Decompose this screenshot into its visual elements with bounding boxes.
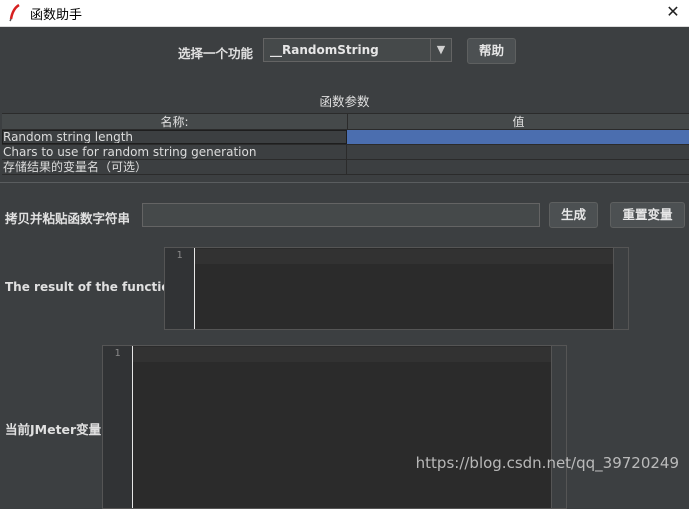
params-table: 名称: 值 Random string length Chars to use … <box>2 113 689 179</box>
param-name-cell: Chars to use for random string generatio… <box>2 145 347 159</box>
line-number: 1 <box>114 348 121 359</box>
line-number: 1 <box>176 250 183 261</box>
table-row[interactable]: Chars to use for random string generatio… <box>2 145 689 160</box>
chevron-down-icon[interactable]: ▼ <box>430 39 451 61</box>
function-select-value: __RandomString <box>270 43 379 57</box>
window-title: 函数助手 <box>30 8 83 23</box>
divider <box>0 182 689 183</box>
param-name-cell: Random string length <box>2 130 347 144</box>
column-header-value[interactable]: 值 <box>348 114 689 130</box>
vertical-scrollbar[interactable] <box>551 346 566 508</box>
table-row[interactable]: Random string length <box>2 130 689 145</box>
reset-variables-button[interactable]: 重置变量 <box>610 202 685 228</box>
current-line-highlight <box>195 249 613 264</box>
help-button[interactable]: 帮助 <box>467 38 516 64</box>
result-editor[interactable]: 1 <box>164 247 629 330</box>
column-header-name[interactable]: 名称: <box>2 114 348 130</box>
function-select-label: 选择一个功能 <box>178 46 254 61</box>
param-value-cell[interactable] <box>347 130 689 144</box>
param-name-cell: 存储结果的变量名（可选） <box>2 160 347 174</box>
function-string-field[interactable] <box>142 203 540 227</box>
vertical-scrollbar[interactable] <box>613 248 628 329</box>
params-table-header: 名称: 值 <box>2 113 689 130</box>
close-icon: ✕ <box>666 2 680 21</box>
generate-button[interactable]: 生成 <box>549 202 598 228</box>
line-number-gutter: 1 <box>165 248 195 329</box>
param-value-cell[interactable] <box>347 160 689 174</box>
param-value-cell[interactable] <box>347 145 689 159</box>
jmeter-variables-label: 当前JMeter变量 <box>5 422 102 437</box>
title-bar: 函数助手 ✕ <box>0 0 689 27</box>
current-line-highlight <box>133 347 551 362</box>
function-select[interactable]: __RandomString ▼ <box>263 38 452 62</box>
table-row[interactable]: 存储结果的变量名（可选） <box>2 160 689 175</box>
watermark-text: https://blog.csdn.net/qq_39720249 <box>415 454 679 472</box>
close-button[interactable]: ✕ <box>657 0 689 26</box>
jmeter-variables-editor[interactable]: 1 <box>102 345 567 509</box>
feather-icon <box>9 4 20 22</box>
params-section-title: 函数参数 <box>319 94 370 109</box>
copy-paste-label: 拷贝并粘贴函数字符串 <box>5 211 131 226</box>
line-number-gutter: 1 <box>103 346 133 508</box>
main-panel: 选择一个功能 __RandomString ▼ 帮助 函数参数 名称: 值 Ra… <box>0 27 689 509</box>
